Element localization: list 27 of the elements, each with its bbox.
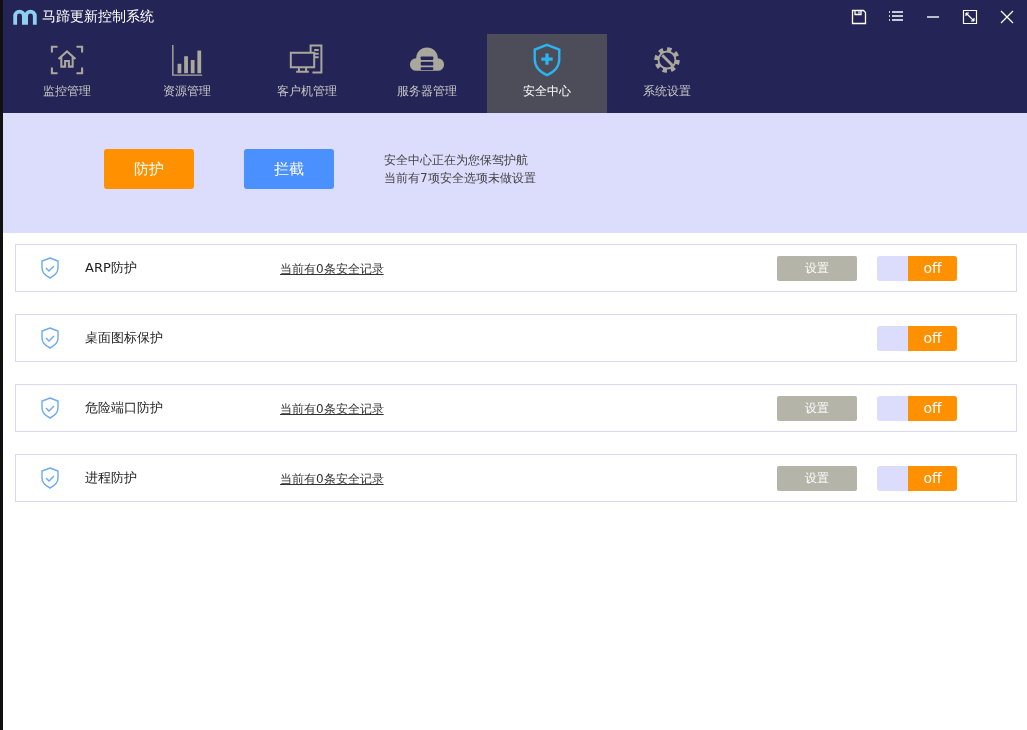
shield-check-icon (40, 327, 60, 349)
logo-icon (13, 9, 37, 25)
house-scan-icon (49, 43, 85, 77)
shield-check-icon (40, 257, 60, 279)
nav-tab[interactable]: 资源管理 (127, 34, 247, 113)
computer-icon (289, 43, 325, 77)
status-text: 当前有7项安全选项未做设置 (384, 170, 536, 187)
nav-tab[interactable]: 安全中心 (487, 34, 607, 113)
status-text: 安全中心正在为您保驾护航 (384, 152, 529, 169)
records-link[interactable]: 当前有0条安全记录 (280, 472, 384, 486)
maximize-icon[interactable] (962, 9, 978, 25)
window-title: 马蹄更新控制系统 (42, 8, 154, 26)
records-link[interactable]: 当前有0条安全记录 (280, 262, 384, 276)
nav-tab[interactable]: 服务器管理 (367, 34, 487, 113)
protection-name: 桌面图标保护 (85, 329, 164, 347)
protection-name: ARP防护 (85, 259, 138, 277)
protection-name: 危险端口防护 (85, 399, 164, 417)
nav-tab[interactable]: 监控管理 (7, 34, 127, 113)
nav-tab[interactable]: 系统设置 (607, 34, 727, 113)
save-icon[interactable] (851, 9, 867, 25)
nav-tab[interactable]: 客户机管理 (247, 34, 367, 113)
records-link[interactable]: 当前有0条安全记录 (280, 402, 384, 416)
shield-check-icon (40, 467, 60, 489)
shield-check-icon (40, 397, 60, 419)
bar-chart-icon (169, 43, 205, 77)
close-icon[interactable] (999, 9, 1015, 25)
protection-name: 进程防护 (85, 469, 138, 487)
